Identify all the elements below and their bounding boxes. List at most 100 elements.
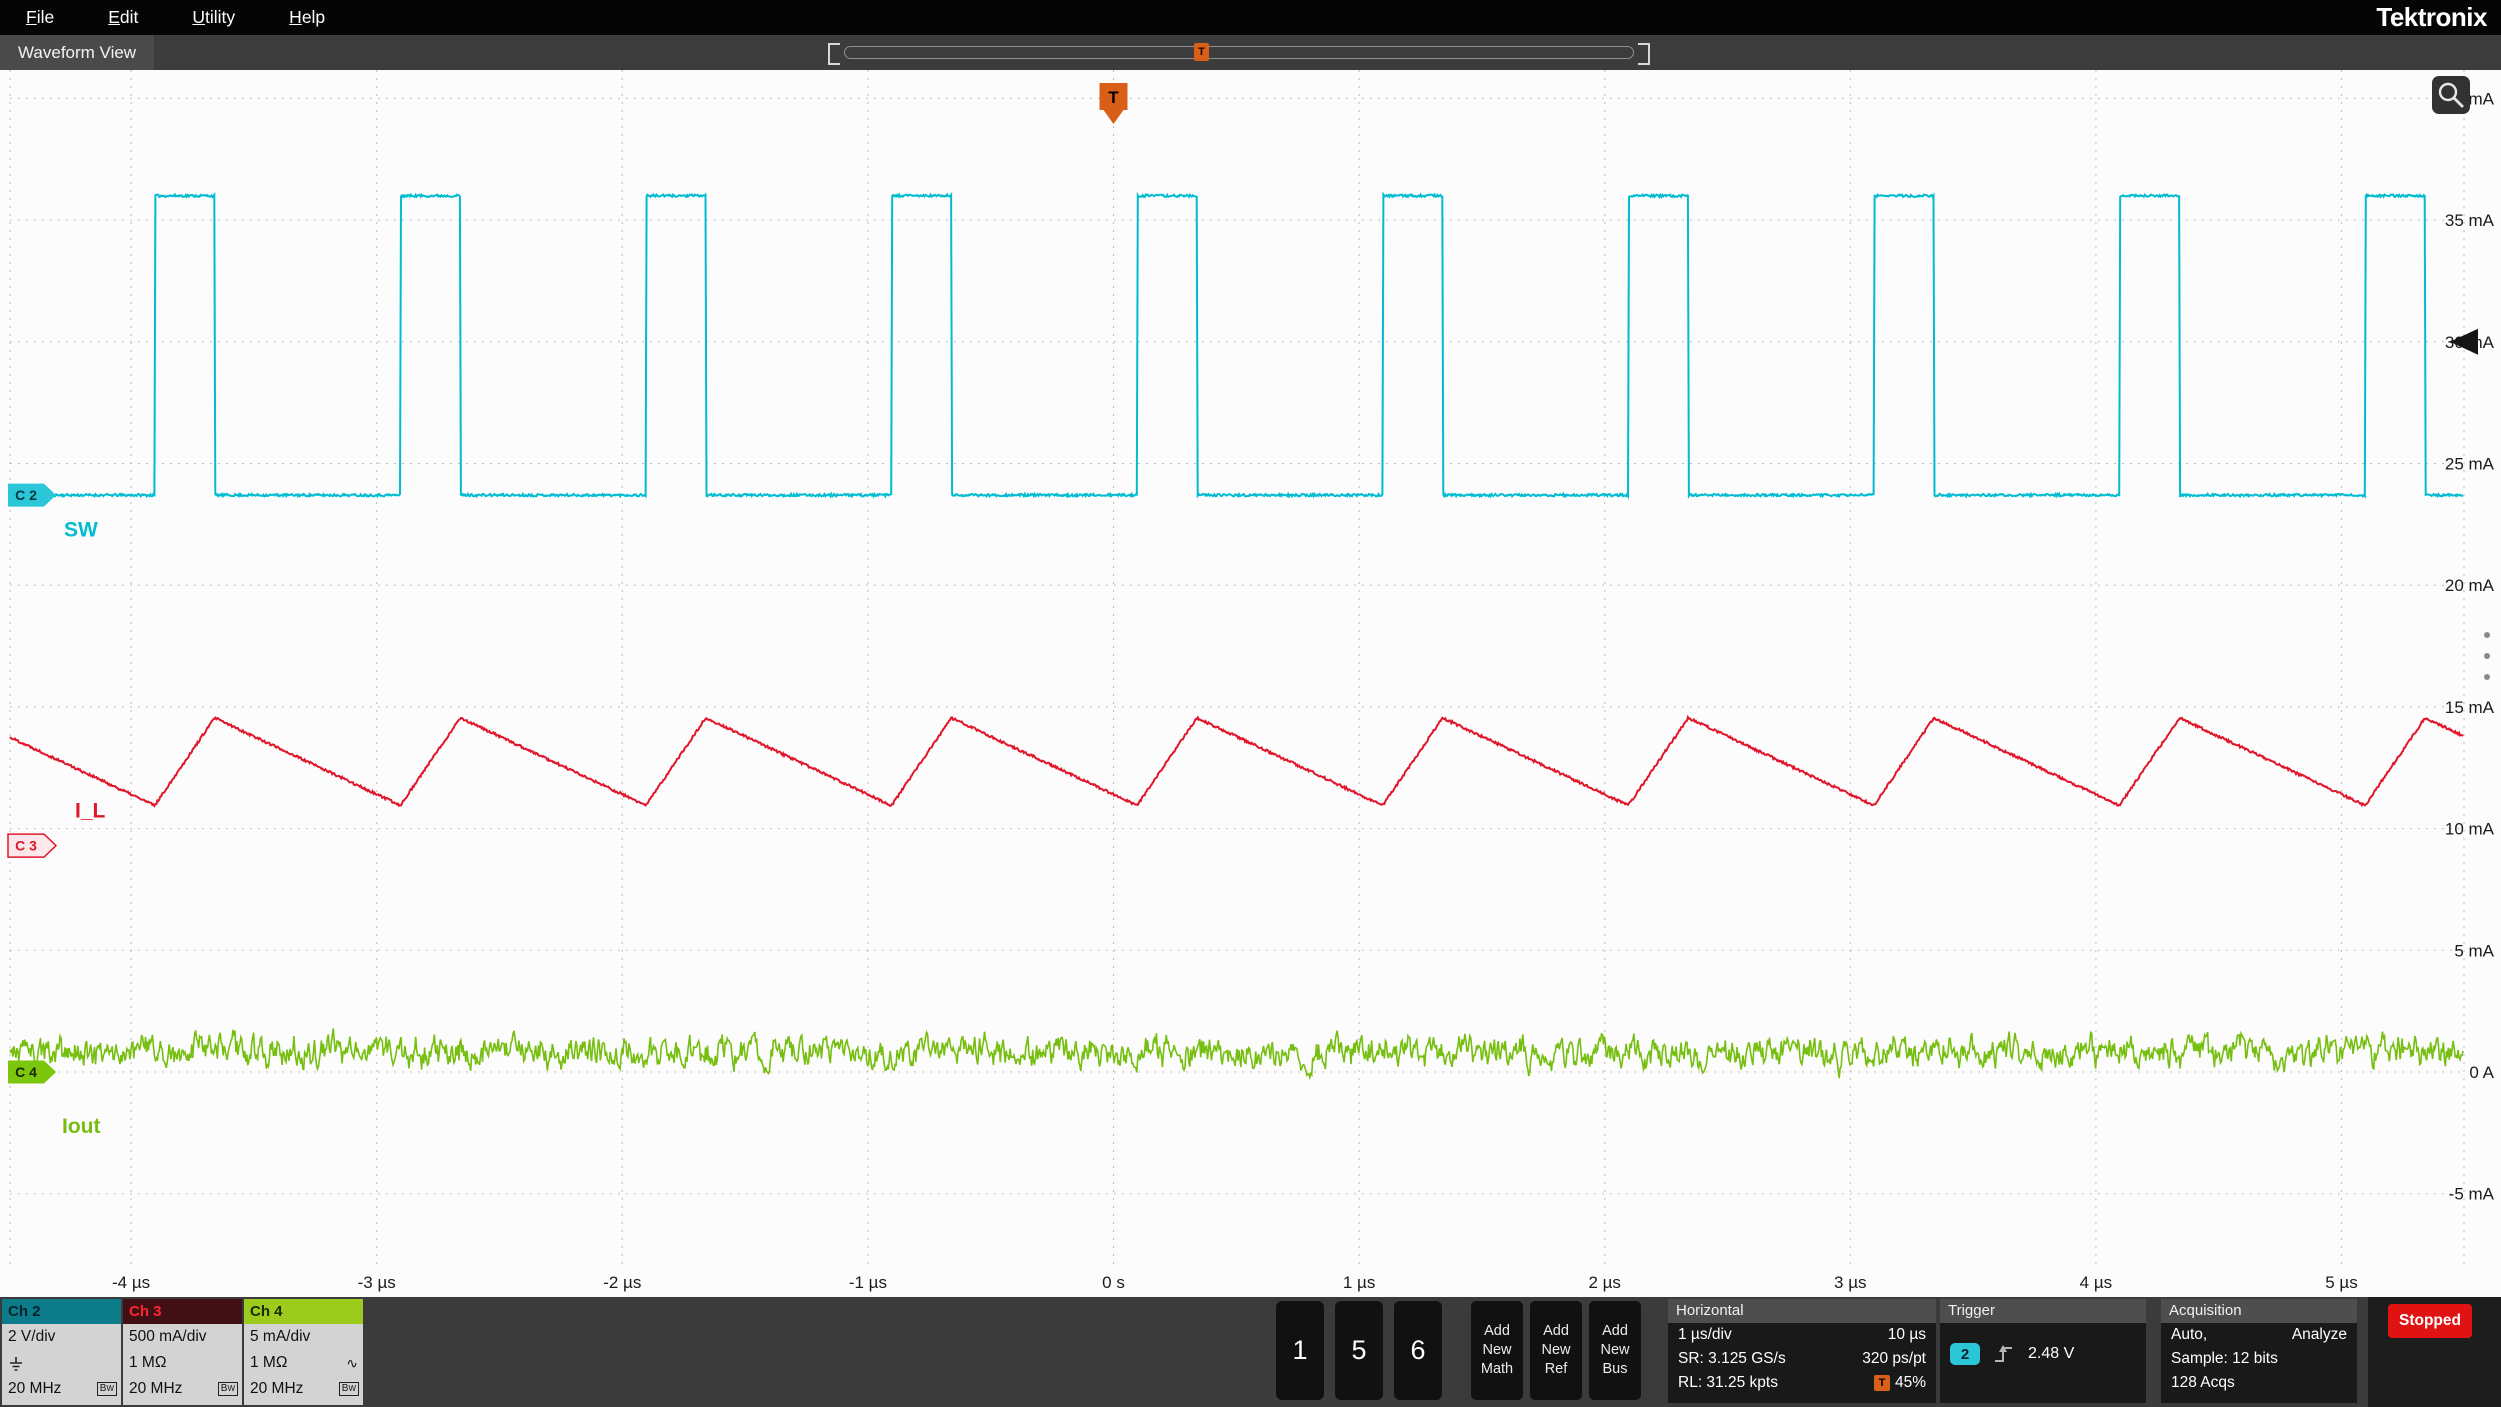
trace-label-i_l: I_L <box>75 800 106 823</box>
menu-edit[interactable]: Edit <box>108 7 138 28</box>
bandwidth-limit-icon: BW <box>97 1382 117 1396</box>
waveform-graticule: -4 µs -3 µs -2 µs -1 µs 0 s 1 µs 2 µs 3 µs 4 µs 5… <box>0 70 2501 1297</box>
trace-badge-c2[interactable]: C 2SW <box>8 484 98 542</box>
run-status-area: Stopped <box>2368 1297 2501 1407</box>
y-axis-tick: 25 mA <box>2445 455 2495 474</box>
menu-utility[interactable]: Utility <box>192 7 235 28</box>
y-axis-tick: 10 mA <box>2445 820 2495 839</box>
horizontal-panel[interactable]: Horizontal 1 µs/div 10 µs SR: 3.125 GS/s… <box>1668 1299 1936 1403</box>
add-new-bus-button[interactable]: Add New Bus <box>1589 1301 1641 1400</box>
x-axis-tick: -3 µs <box>358 1273 396 1292</box>
x-axis-tick: 4 µs <box>2080 1273 2112 1292</box>
magnifier-icon <box>2436 80 2466 110</box>
y-axis-tick: 15 mA <box>2445 698 2495 717</box>
bandwidth-limit-icon: BW <box>339 1382 359 1396</box>
zoom-overview-bar[interactable]: T <box>828 40 1650 65</box>
ch2-header: Ch 2 <box>2 1299 121 1324</box>
horizontal-scale: 1 µs/div <box>1678 1326 1732 1344</box>
waveform-sw <box>10 195 2463 497</box>
resolution: 320 ps/pt <box>1862 1350 1926 1368</box>
panel-handle-dot[interactable] <box>2484 653 2490 659</box>
zoom-button[interactable] <box>2432 76 2470 114</box>
oscilloscope-app: File Edit Utility Help Tektronix Wavefor… <box>0 0 2501 1407</box>
svg-text:C 3: C 3 <box>15 838 37 854</box>
rising-edge-icon <box>1992 1343 2016 1365</box>
ch4-header: Ch 4 <box>244 1299 363 1324</box>
x-axis-tick: 5 µs <box>2325 1273 2357 1292</box>
ac-coupling-icon: ∿ <box>346 1355 358 1372</box>
svg-text:T: T <box>1108 88 1119 107</box>
acquisition-panel[interactable]: Acquisition Auto, Analyze Sample: 12 bit… <box>2161 1299 2357 1403</box>
y-axis-tick: 35 mA <box>2445 211 2495 230</box>
tab-waveform-view[interactable]: Waveform View <box>0 35 154 70</box>
panel-handle-dot[interactable] <box>2484 632 2490 638</box>
trigger-source-badge[interactable]: 2 <box>1950 1343 1980 1365</box>
acquisition-title: Acquisition <box>2161 1299 2357 1323</box>
ch4-scale: 5 mA/div <box>244 1324 363 1350</box>
acq-sample-bits: Sample: 12 bits <box>2171 1350 2278 1368</box>
sample-rate: SR: 3.125 GS/s <box>1678 1350 1786 1368</box>
menu-items: File Edit Utility Help <box>0 7 325 28</box>
trigger-position-icon: T <box>1874 1375 1890 1391</box>
ch3-scale: 500 mA/div <box>123 1324 242 1350</box>
y-axis-tick: 5 mA <box>2454 941 2494 960</box>
ch3-impedance: 1 MΩ <box>123 1350 242 1376</box>
ch3-header: Ch 3 <box>123 1299 242 1324</box>
add-new-math-button[interactable]: Add New Math <box>1471 1301 1523 1400</box>
scope-display: -4 µs -3 µs -2 µs -1 µs 0 s 1 µs 2 µs 3 µs 4 µs 5… <box>0 70 2501 1297</box>
x-axis-tick: 0 s <box>1102 1273 1125 1292</box>
channel-badge-ch3[interactable]: Ch 3 500 mA/div 1 MΩ 20 MHz BW <box>123 1299 242 1405</box>
ch4-impedance: 1 MΩ ∿ <box>244 1350 363 1376</box>
overview-trigger-marker[interactable]: T <box>1194 43 1209 61</box>
x-axis-tick: -4 µs <box>112 1273 150 1292</box>
record-length: RL: 31.25 kpts <box>1678 1374 1778 1392</box>
horizontal-title: Horizontal <box>1668 1299 1936 1323</box>
trigger-position-marker[interactable]: T <box>1100 83 1128 124</box>
acq-count: 128 Acqs <box>2171 1374 2235 1392</box>
bandwidth-limit-icon: BW <box>218 1382 238 1396</box>
overview-left-bracket-icon <box>828 43 840 65</box>
x-axis-tick: 3 µs <box>1834 1273 1866 1292</box>
ch2-bandwidth-row: 20 MHz BW <box>2 1376 121 1402</box>
ch2-scale: 2 V/div <box>2 1324 121 1350</box>
y-axis-tick: 0 A <box>2469 1063 2494 1082</box>
tab-bar: Waveform View T <box>0 35 2501 70</box>
tektronix-logo: Tektronix <box>2376 2 2501 33</box>
button-5[interactable]: 5 <box>1335 1301 1383 1400</box>
overview-track[interactable] <box>844 46 1634 59</box>
menu-file[interactable]: File <box>26 7 54 28</box>
overview-right-bracket-icon <box>1638 43 1650 65</box>
menu-bar: File Edit Utility Help Tektronix <box>0 0 2501 35</box>
y-axis-tick: -5 mA <box>2449 1185 2495 1204</box>
x-axis-tick: 1 µs <box>1343 1273 1375 1292</box>
channel-badge-ch2[interactable]: Ch 2 2 V/div 20 MHz BW <box>2 1299 121 1405</box>
add-new-ref-button[interactable]: Add New Ref <box>1530 1301 1582 1400</box>
button-1[interactable]: 1 <box>1276 1301 1324 1400</box>
control-bar: Ch 2 2 V/div 20 MHz BW Ch 3 500 mA/div 1… <box>0 1297 2501 1407</box>
ch3-bandwidth-row: 20 MHz BW <box>123 1376 242 1402</box>
x-axis-tick: -1 µs <box>849 1273 887 1292</box>
ground-icon <box>8 1356 24 1371</box>
ch4-bandwidth-row: 20 MHz BW <box>244 1376 363 1402</box>
x-axis-tick: -2 µs <box>603 1273 641 1292</box>
waveform-i_l <box>10 717 2463 806</box>
horizontal-window: 10 µs <box>1888 1326 1926 1344</box>
acq-mode: Auto, <box>2171 1326 2207 1344</box>
acq-analyze: Analyze <box>2292 1326 2347 1344</box>
button-6[interactable]: 6 <box>1394 1301 1442 1400</box>
trigger-panel[interactable]: Trigger 2 2.48 V <box>1940 1299 2146 1403</box>
trace-badge-c4[interactable]: C 4 Iout <box>8 1061 100 1138</box>
trigger-level-value: 2.48 V <box>2028 1345 2074 1363</box>
panel-handle-dot[interactable] <box>2484 674 2490 680</box>
trigger-title: Trigger <box>1940 1299 2146 1323</box>
svg-text:C 2: C 2 <box>15 487 37 503</box>
x-axis-tick: 2 µs <box>1588 1273 1620 1292</box>
menu-help[interactable]: Help <box>289 7 325 28</box>
run-stop-status-button[interactable]: Stopped <box>2388 1304 2472 1338</box>
trigger-position-percent: 45% <box>1895 1374 1926 1392</box>
channel-badge-ch4[interactable]: Ch 4 5 mA/div 1 MΩ ∿ 20 MHz BW <box>244 1299 363 1405</box>
svg-text:C 4: C 4 <box>15 1064 37 1080</box>
waveform-iout <box>10 1028 2463 1078</box>
trace-label-iout: Iout <box>62 1115 100 1138</box>
y-axis-tick: 20 mA <box>2445 576 2495 595</box>
